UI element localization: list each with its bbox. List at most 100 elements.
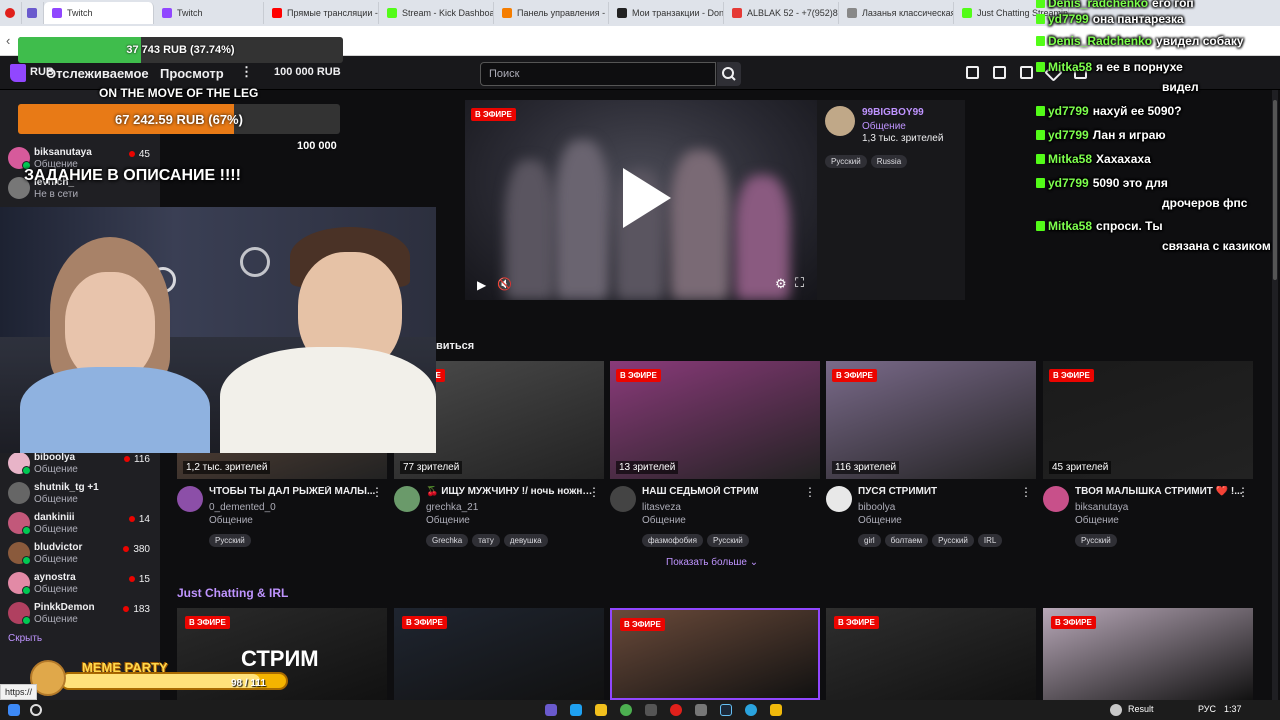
card-channel[interactable]: 0_demented_0 xyxy=(209,502,276,513)
search-button[interactable] xyxy=(717,62,741,86)
section-just-chatting-title[interactable]: Just Chatting & IRL xyxy=(177,586,288,600)
mute-icon[interactable]: 🔇 xyxy=(497,277,512,291)
card-title[interactable]: ЧТОБЫ ТЫ ДАЛ РЫЖЕЙ МАЛЫ... xyxy=(209,486,377,497)
card-avatar[interactable] xyxy=(177,486,203,512)
card-more-menu-icon[interactable]: ⋮ xyxy=(1237,485,1249,499)
taskbar-app-telegram-icon[interactable] xyxy=(745,704,757,716)
play-icon[interactable]: ▶ xyxy=(477,278,486,292)
card-title[interactable]: ПУСЯ СТРИМИТ xyxy=(858,486,1026,497)
sidebar-channel[interactable]: bludvictor Общение 380 xyxy=(8,540,156,568)
crown-icon[interactable] xyxy=(966,66,979,79)
tag-pill[interactable]: Русский xyxy=(706,534,749,547)
input-language[interactable]: РУС xyxy=(1198,704,1216,714)
stream-thumbnail[interactable]: В ЭФИРЕ 116 зрителей xyxy=(826,361,1036,479)
card-more-menu-icon[interactable]: ⋮ xyxy=(588,485,600,499)
back-arrow-icon[interactable]: ‹ xyxy=(6,33,10,48)
stream-thumbnail[interactable]: В ЭФИРЕ 13 зрителей xyxy=(610,361,820,479)
weather-text[interactable]: Result xyxy=(1128,704,1154,714)
card-avatar[interactable] xyxy=(826,486,852,512)
taskbar-app-copilot-icon[interactable] xyxy=(545,704,557,716)
taskbar-app-obs-icon[interactable] xyxy=(645,704,657,716)
scrollbar-thumb[interactable] xyxy=(1273,100,1277,280)
featured-category[interactable]: Общение xyxy=(862,121,906,132)
browser-tab[interactable]: Мои транзакции - Donat xyxy=(609,2,724,24)
nav-browse-link[interactable]: Просмотр xyxy=(160,66,224,81)
card-more-menu-icon[interactable]: ⋮ xyxy=(371,485,383,499)
tag-pill[interactable]: girl xyxy=(858,534,881,547)
stream-thumbnail[interactable]: В ЭФИРЕ 45 зрителей xyxy=(1043,361,1253,479)
tag-pill[interactable]: Grechka xyxy=(426,534,469,547)
card-channel[interactable]: biboolya xyxy=(858,502,895,513)
sidebar-channel[interactable]: dankiniii Общение 14 xyxy=(8,510,156,538)
card-channel[interactable]: grechka_21 xyxy=(426,502,478,513)
extension-icon[interactable] xyxy=(22,2,44,24)
twitch-logo-icon[interactable] xyxy=(10,64,26,82)
card-category[interactable]: Общение xyxy=(642,515,686,526)
browser-tab[interactable]: Stream - Kick Dashboard xyxy=(379,2,494,24)
taskbar-app-binance-icon[interactable] xyxy=(770,704,782,716)
tag-pill[interactable]: Русский xyxy=(209,534,251,547)
sidebar-channel[interactable]: PinkkDemon Общение 183 xyxy=(8,600,156,628)
card-avatar[interactable] xyxy=(610,486,636,512)
tag-pill[interactable]: девушка xyxy=(503,534,548,547)
card-avatar[interactable] xyxy=(394,486,420,512)
page-scrollbar[interactable] xyxy=(1272,90,1278,700)
taskbar-app-explorer-icon[interactable] xyxy=(595,704,607,716)
play-large-icon[interactable] xyxy=(623,168,671,228)
windows-start-icon[interactable] xyxy=(8,704,20,716)
browser-tab[interactable]: Прямые трансляции - Yo xyxy=(264,2,379,24)
card-channel[interactable]: biksanutaya xyxy=(1075,502,1128,513)
whispers-icon[interactable] xyxy=(1020,66,1033,79)
taskbar-app-chrome-icon[interactable] xyxy=(620,704,632,716)
sidebar-channel[interactable]: shutnik_tg +1 Общение xyxy=(8,480,156,508)
card-avatar[interactable] xyxy=(1043,486,1069,512)
featured-video-player[interactable]: В ЭФИРЕ ▶ 🔇 ⚙ ⛶ xyxy=(465,100,817,300)
inbox-icon[interactable] xyxy=(993,66,1006,79)
clock[interactable]: 1:37 xyxy=(1224,704,1242,714)
tag-pill[interactable]: болтаем xyxy=(884,534,929,547)
card-category[interactable]: Общение xyxy=(1075,515,1119,526)
stream-thumbnail[interactable]: В ЭФИРЕ xyxy=(394,608,604,700)
sidebar-channel[interactable]: biboolya Общение 116 xyxy=(8,450,156,478)
card-title[interactable]: НАШ СЕДЬМОЙ СТРИМ xyxy=(642,486,810,497)
tag-pill[interactable]: Русский xyxy=(825,155,867,168)
card-more-menu-icon[interactable]: ⋮ xyxy=(804,485,816,499)
search-input[interactable]: Поиск xyxy=(480,62,716,86)
card-category[interactable]: Общение xyxy=(209,515,253,526)
search-icon[interactable] xyxy=(30,704,42,716)
fullscreen-icon[interactable]: ⛶ xyxy=(795,275,804,291)
card-title[interactable]: 🍒 ИЩУ МУЖЧИНУ !/ ночь ножни... xyxy=(426,486,594,497)
browser-tab[interactable]: Twitch xyxy=(44,2,154,24)
card-title[interactable]: ТВОЯ МАЛЫШКА СТРИМИТ ❤️ !... xyxy=(1075,486,1243,497)
show-more-button[interactable]: Показать больше ⌄ xyxy=(666,557,758,568)
tag-pill[interactable]: Russia xyxy=(870,155,908,168)
browser-tab[interactable]: Панель управления - Do xyxy=(494,2,609,24)
tag-pill[interactable]: фазмофобия xyxy=(642,534,703,547)
weather-icon[interactable] xyxy=(1110,704,1122,716)
browser-tab[interactable]: ALBLAK 52 - +7(952)812 xyxy=(724,2,839,24)
sidebar-hide-link[interactable]: Скрыть xyxy=(8,633,42,644)
featured-channel-name[interactable]: 99BIGBOY99 xyxy=(862,107,924,118)
tag-pill[interactable]: тату xyxy=(472,534,500,547)
card-category[interactable]: Общение xyxy=(426,515,470,526)
taskbar-app-edge-icon[interactable] xyxy=(570,704,582,716)
taskbar-app-settings-icon[interactable] xyxy=(695,704,707,716)
stream-thumbnail[interactable]: В ЭФИРЕ xyxy=(826,608,1036,700)
stream-thumbnail[interactable]: В ЭФИРЕ xyxy=(1043,608,1253,700)
tag-pill[interactable]: Русский xyxy=(1075,534,1117,547)
settings-gear-icon[interactable]: ⚙ xyxy=(775,276,787,292)
card-channel[interactable]: litasveza xyxy=(642,502,681,513)
browser-tab[interactable]: Twitch xyxy=(154,2,264,24)
taskbar-app-opera-icon[interactable] xyxy=(670,704,682,716)
sidebar-channel[interactable]: aynostra Общение 15 xyxy=(8,570,156,598)
browser-tab[interactable]: Лазанья классическая с xyxy=(839,2,954,24)
nav-following-link[interactable]: Отслеживаемое xyxy=(46,66,149,81)
featured-avatar[interactable] xyxy=(825,106,855,136)
tag-pill[interactable]: Русский xyxy=(932,534,974,547)
card-more-menu-icon[interactable]: ⋮ xyxy=(1020,485,1032,499)
tag-pill[interactable]: IRL xyxy=(977,534,1003,547)
nav-more-menu-icon[interactable]: ⋮ xyxy=(240,64,253,80)
card-category[interactable]: Общение xyxy=(858,515,902,526)
stream-thumbnail[interactable]: В ЭФИРЕ xyxy=(610,608,820,700)
taskbar-app-steam-icon[interactable] xyxy=(720,704,732,716)
